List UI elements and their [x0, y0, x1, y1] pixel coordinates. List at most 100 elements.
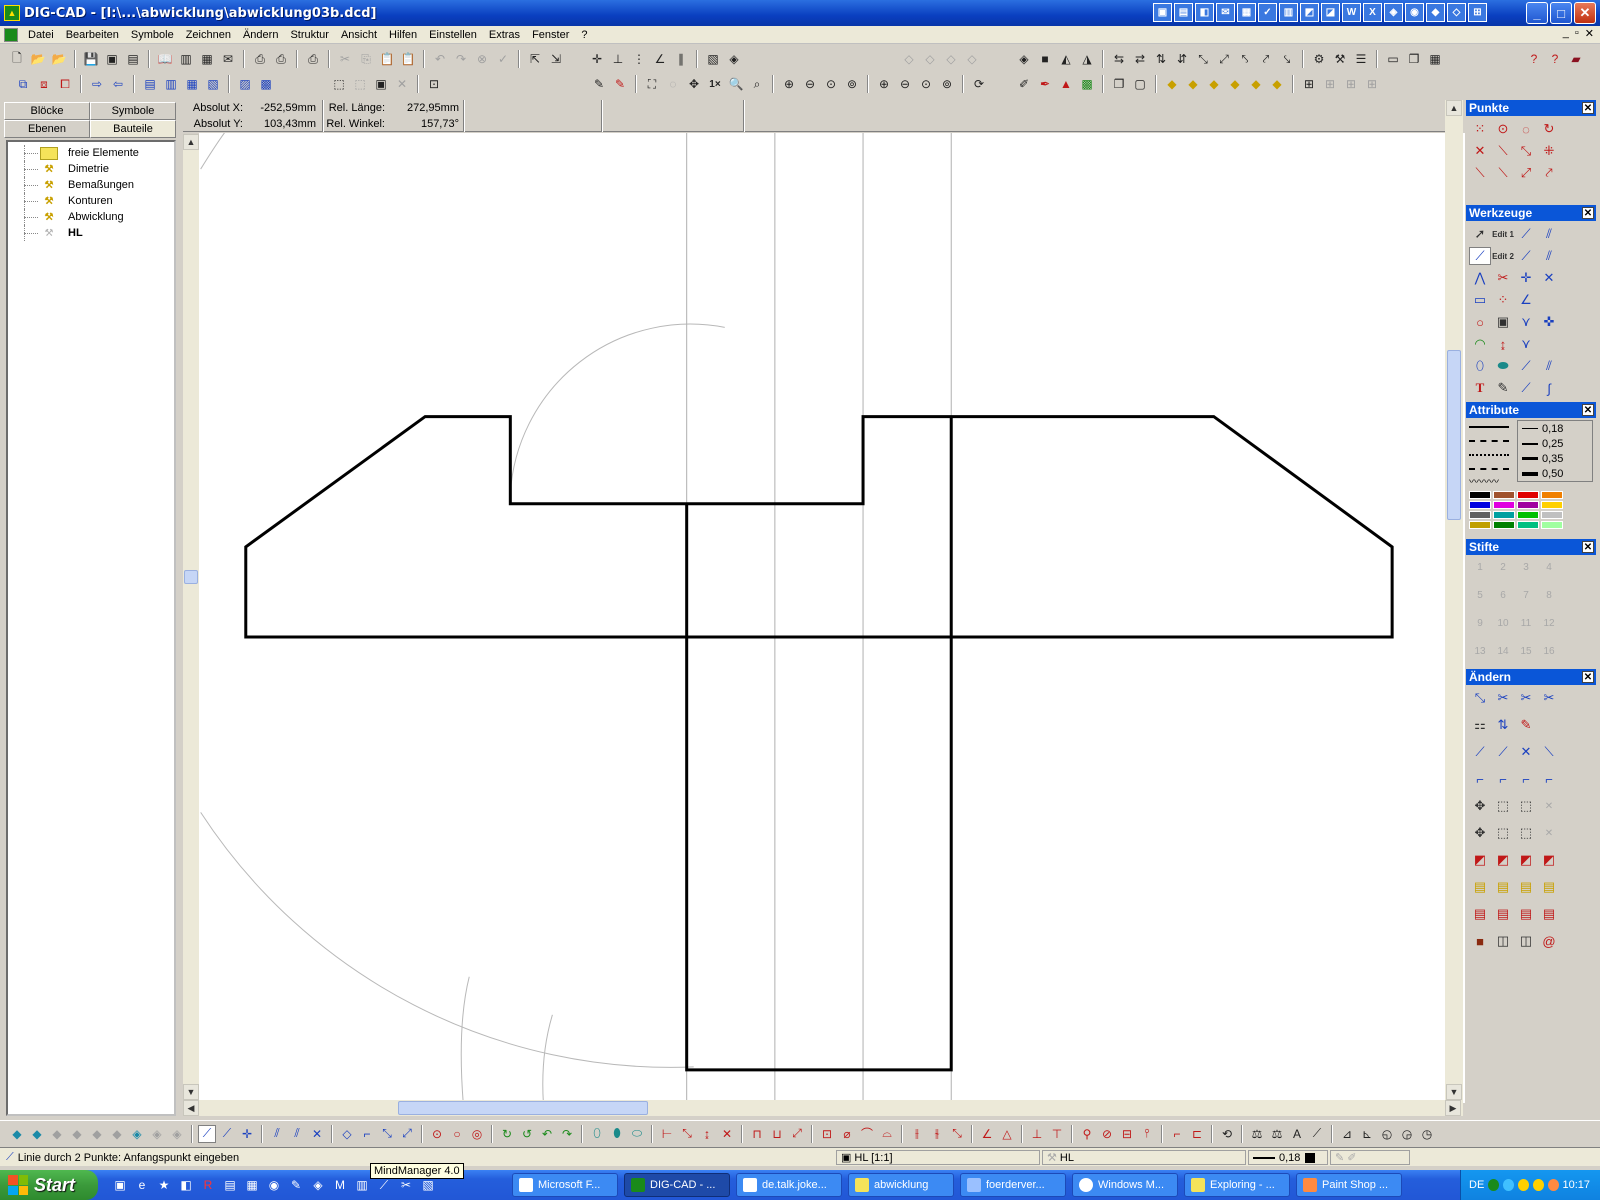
shape-tool-icon[interactable]: ⌐	[358, 1125, 376, 1143]
scroll-thumb[interactable]	[1447, 350, 1461, 520]
pen-icon[interactable]: 16	[1538, 642, 1560, 660]
dimension-tool-icon[interactable]: ∠	[978, 1125, 996, 1143]
dimension-tool-icon[interactable]: ⤢	[788, 1125, 806, 1143]
zoom-extents-icon[interactable]: ⛶	[643, 75, 661, 93]
zoom-icon[interactable]: ⊙	[822, 75, 840, 93]
cube-yellow-icon[interactable]: ◆	[1226, 75, 1244, 93]
transform-icon[interactable]: ⇆	[1110, 50, 1128, 68]
trim-tool-icon[interactable]: ✕	[1515, 743, 1537, 761]
menu-fenster[interactable]: Fenster	[526, 29, 575, 41]
transform-icon[interactable]: ⤣	[1236, 50, 1254, 68]
app-launch-icon[interactable]: ▧	[420, 1177, 436, 1193]
point-free-icon[interactable]: ⁙	[1469, 120, 1491, 138]
mindmanager-icon[interactable]: M	[332, 1177, 348, 1193]
zoom-out-icon[interactable]: ⊖	[801, 75, 819, 93]
color-swatch[interactable]	[1469, 521, 1491, 529]
offset-line-icon[interactable]: ⫽	[1538, 357, 1560, 375]
copy-tool-icon[interactable]: ✥	[1469, 824, 1491, 842]
redraw-icon[interactable]: ⟳	[970, 75, 988, 93]
tree-item-konturen[interactable]: ⚒ Konturen	[8, 193, 174, 209]
ellipse-icon[interactable]: ⬯	[1469, 357, 1491, 375]
cross-line-icon[interactable]: ✛	[1515, 269, 1537, 287]
line-width-option[interactable]: 0,35	[1518, 451, 1592, 466]
minimize-button[interactable]: _	[1526, 2, 1548, 24]
menu-bearbeiten[interactable]: Bearbeiten	[60, 29, 125, 41]
point-arc-icon[interactable]: ↻	[1538, 120, 1560, 138]
close-icon[interactable]: ✕	[1582, 102, 1594, 114]
line-width-option[interactable]: 0,50	[1518, 466, 1592, 481]
layers-icon[interactable]: ▤	[141, 75, 159, 93]
move-to-back-icon[interactable]: ⇦	[109, 75, 127, 93]
disabled-tool-icon[interactable]: ◇	[963, 50, 981, 68]
color-swatch[interactable]	[1541, 521, 1563, 529]
edit2-icon[interactable]: Edit 2	[1492, 247, 1514, 265]
doc-tool-icon[interactable]: ▤	[1492, 878, 1514, 896]
line-width-option[interactable]: 0,18	[1518, 421, 1592, 436]
3d-view-icon[interactable]: ◆	[48, 1125, 66, 1143]
task-button[interactable]: Paint Shop ...	[1296, 1173, 1402, 1197]
close-icon[interactable]: ✕	[1582, 541, 1594, 553]
point-intersection-icon[interactable]: ✕	[1469, 142, 1491, 160]
edit1-icon[interactable]: Edit 1	[1492, 225, 1514, 243]
modify-tool-icon[interactable]: ⤡	[1469, 689, 1491, 707]
fillet-tool-icon[interactable]: ⌐	[1515, 770, 1537, 788]
tree-item-hl[interactable]: ⚒ HL	[8, 225, 174, 241]
scroll-down-icon[interactable]: ▼	[1446, 1084, 1462, 1100]
pointer-icon[interactable]: ➚	[1469, 225, 1491, 243]
3d-view-icon[interactable]: ◆	[108, 1125, 126, 1143]
dig-cad-app-icon[interactable]: ▲	[4, 5, 20, 21]
transform-icon[interactable]: ⇵	[1173, 50, 1191, 68]
pen-icon[interactable]: 9	[1469, 614, 1491, 632]
spline-icon[interactable]: ∫	[1538, 379, 1560, 397]
arc-tool-icon[interactable]: ↷	[558, 1125, 576, 1143]
pen-icon[interactable]: 13	[1469, 642, 1491, 660]
print-icon[interactable]: ⎙	[251, 50, 269, 68]
cube-yellow-icon[interactable]: ◆	[1163, 75, 1181, 93]
arc-tool-icon[interactable]: ↺	[518, 1125, 536, 1143]
move-tool-icon[interactable]: ✥	[1469, 797, 1491, 815]
pen-status-field[interactable]: ✎ ✐	[1330, 1150, 1410, 1165]
menu-zeichnen[interactable]: Zeichnen	[180, 29, 237, 41]
save-icon[interactable]: 💾	[82, 50, 100, 68]
app-shortcut-icon[interactable]: ◉	[1405, 3, 1424, 22]
close-icon[interactable]: ✕	[1582, 207, 1594, 219]
chamfer-icon[interactable]: ⟋	[1515, 379, 1537, 397]
maximize-button[interactable]: □	[1550, 2, 1572, 24]
scroll-thumb[interactable]	[398, 1101, 648, 1115]
doc-tool-icon[interactable]: ▤	[1538, 905, 1560, 923]
tray-icon[interactable]	[1503, 1179, 1514, 1191]
circle-tool-icon[interactable]: ⊙	[428, 1125, 446, 1143]
pen-icon[interactable]: 12	[1538, 614, 1560, 632]
line-style-dashed[interactable]	[1469, 434, 1515, 448]
task-button[interactable]: Exploring - ...	[1184, 1173, 1290, 1197]
line-perp-icon[interactable]: ⫽	[1538, 247, 1560, 265]
paste-special-icon[interactable]: 📋	[399, 50, 417, 68]
render-icon[interactable]: ◈	[725, 50, 743, 68]
task-button[interactable]: foerderver...	[960, 1173, 1066, 1197]
scroll-down-icon[interactable]: ▼	[183, 1084, 199, 1100]
symbol-tool-icon[interactable]: ⊾	[1358, 1125, 1376, 1143]
zoom-icon[interactable]: ⊙	[917, 75, 935, 93]
mail-icon[interactable]: ✉	[219, 50, 237, 68]
cube-icon[interactable]: ■	[1036, 50, 1054, 68]
ellipse-tool-icon[interactable]: ⬭	[628, 1125, 646, 1143]
line-width-status-field[interactable]: 0,18	[1248, 1150, 1328, 1165]
close-icon[interactable]: ✕	[1582, 671, 1594, 683]
modify-tool-icon[interactable]: ✂	[1515, 689, 1537, 707]
menu-extras[interactable]: Extras	[483, 29, 526, 41]
point-grid-icon[interactable]: ⁜	[1538, 142, 1560, 160]
symbol-tool-icon[interactable]: ⚖	[1268, 1125, 1286, 1143]
hatch-icon[interactable]: ▩	[1078, 75, 1096, 93]
transform-tool-icon[interactable]: ◩	[1515, 851, 1537, 869]
shape-tool-icon[interactable]: ⤢	[398, 1125, 416, 1143]
point-circle-icon[interactable]: ◌	[1515, 120, 1537, 138]
grid-icon[interactable]: ⋮	[630, 50, 648, 68]
tab-bloecke[interactable]: Blöcke	[4, 102, 90, 120]
move-to-front-icon[interactable]: ⇨	[88, 75, 106, 93]
tools-icon[interactable]: ⚒	[1331, 50, 1349, 68]
vertical-scrollbar[interactable]: ▲ ▼	[1445, 100, 1463, 1100]
trim-tool-icon[interactable]: ⟍	[1538, 743, 1560, 761]
app-shortcut-icon[interactable]: ◪	[1321, 3, 1340, 22]
line-icon[interactable]: ⟋	[1515, 225, 1537, 243]
point-end-icon[interactable]: ⟍	[1469, 164, 1491, 182]
